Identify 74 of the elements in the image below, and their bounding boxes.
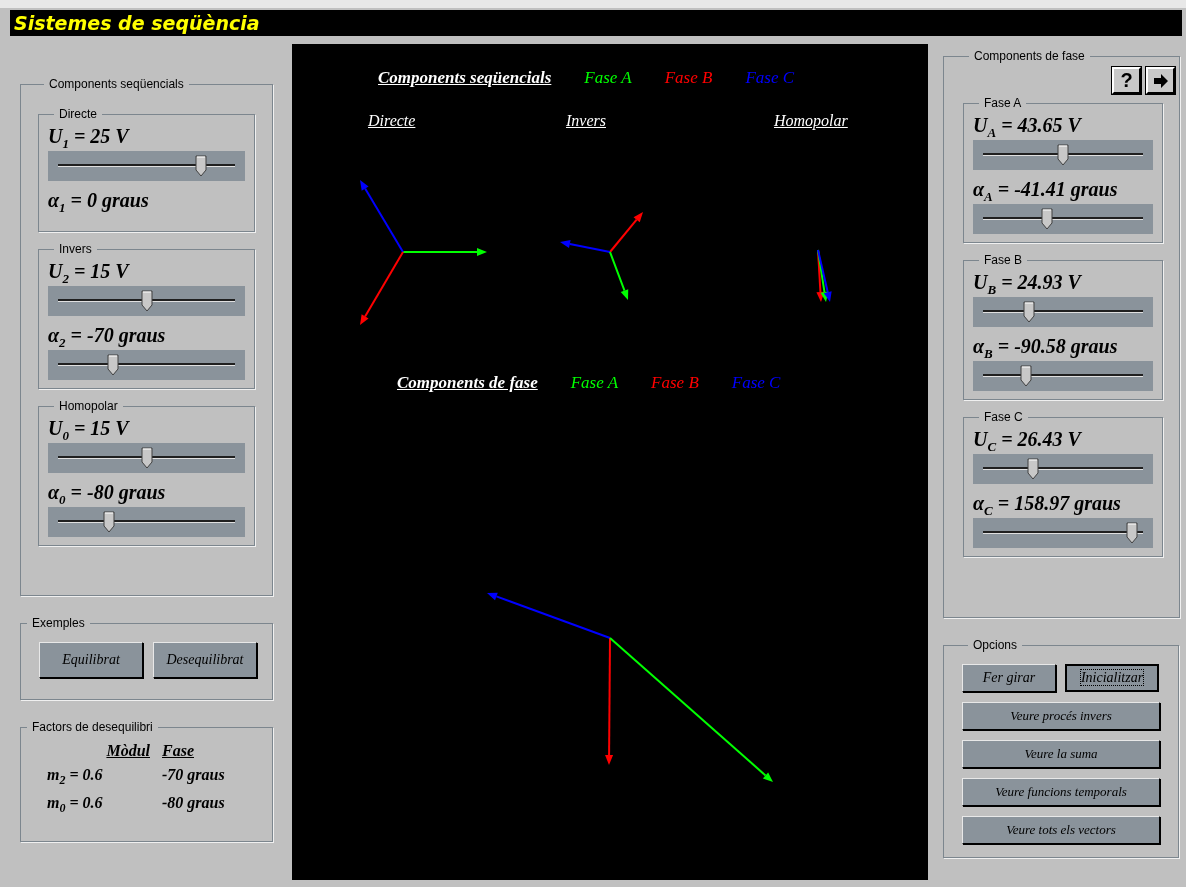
example-button[interactable]: Desequilibrat [153,642,257,678]
table-cell-text: m$_{2}$ = 0.6 [47,766,104,789]
slider-thumb[interactable] [140,447,153,469]
option-button[interactable]: Inicialitzar [1065,664,1159,692]
slider[interactable] [973,454,1153,484]
slider[interactable] [973,204,1153,234]
group-title: Components de fase [973,49,1086,63]
option-button[interactable]: Veure funcions temporals [962,778,1160,806]
value-label: α$_{C}$ = 158.97 graus [973,491,1122,518]
slider-thumb[interactable] [1026,458,1039,480]
slider-thumb[interactable] [103,511,116,533]
slider-thumb[interactable] [140,290,153,312]
diagram-label: Homopolar [774,112,848,130]
legend-label: Fase A [570,373,619,393]
next-button[interactable] [1146,67,1175,94]
slider-thumb[interactable] [1020,365,1033,387]
group-title: Opcions [972,638,1019,652]
legend-label: Fase B [664,68,713,88]
window-title: Sistemes de seqüència [14,12,260,34]
option-button[interactable]: Veure procés invers [962,702,1160,730]
slider-thumb[interactable] [1057,144,1069,166]
value-label: U$_{0}$ = 15 V [48,416,131,443]
value-label: α$_{2}$ = -70 graus [48,323,167,350]
slider[interactable] [973,140,1153,170]
legend-label: Fase C [731,373,781,393]
slider[interactable] [973,518,1153,548]
slider[interactable] [48,151,245,181]
example-button[interactable]: Equilibrat [39,642,143,678]
group-title: Homopolar [58,399,119,413]
group-title: Fase B [983,253,1023,267]
option-button[interactable]: Veure tots els vectors [962,816,1160,844]
option-button[interactable]: Fer girar [962,664,1056,692]
slider[interactable] [973,297,1153,327]
value-label: U$_{C}$ = 26.43 V [973,427,1083,454]
value-label: U$_{A}$ = 43.65 V [973,113,1083,140]
slider[interactable] [973,361,1153,391]
help-button[interactable]: ? [1112,67,1141,94]
slider[interactable] [48,286,245,316]
slider[interactable] [48,507,245,537]
value-label: U$_{2}$ = 15 V [48,259,131,286]
group-title: Fase A [983,96,1023,110]
table-cell-text: -70 graus [162,766,226,786]
group-title: Components seqüencials [48,77,185,91]
option-button[interactable]: Veure la suma [962,740,1160,768]
slider-thumb[interactable] [106,354,119,376]
column-header: Mòdul [106,742,150,760]
slider-thumb[interactable] [1125,522,1138,544]
value-label: α$_{0}$ = -80 graus [48,480,167,507]
value-label: α$_{1}$ = 0 graus [48,188,150,215]
legend-label: Fase C [745,68,795,88]
arrow-right-icon [1152,73,1169,88]
legend-label: Fase B [651,373,699,393]
slider-thumb[interactable] [1041,208,1053,230]
legend-title: Components de fase [397,373,538,393]
group-title: Invers [58,242,93,256]
slider-thumb[interactable] [195,155,208,177]
diagram-label: Invers [566,112,607,130]
group-title: Factors de desequilibri [31,720,154,734]
value-label: U$_{B}$ = 24.93 V [973,270,1083,297]
table-cell-text: -80 graus [162,794,226,814]
group-title: Directe [58,107,98,121]
value-label: α$_{B}$ = -90.58 graus [973,334,1119,361]
slider[interactable] [48,350,245,380]
slider[interactable] [48,443,245,473]
legend-label: Fase A [584,68,632,88]
diagram-label: Directe [368,112,417,130]
value-label: α$_{A}$ = -41.41 graus [973,177,1119,204]
table-cell-text: m$_{0}$ = 0.6 [47,794,104,817]
legend-title: Components seqüencials [378,68,552,88]
group-title: Exemples [31,616,86,630]
group-title: Fase C [983,410,1024,424]
column-header: Fase [162,742,195,760]
value-label: U$_{1}$ = 25 V [48,124,131,151]
slider-thumb[interactable] [1023,301,1036,323]
